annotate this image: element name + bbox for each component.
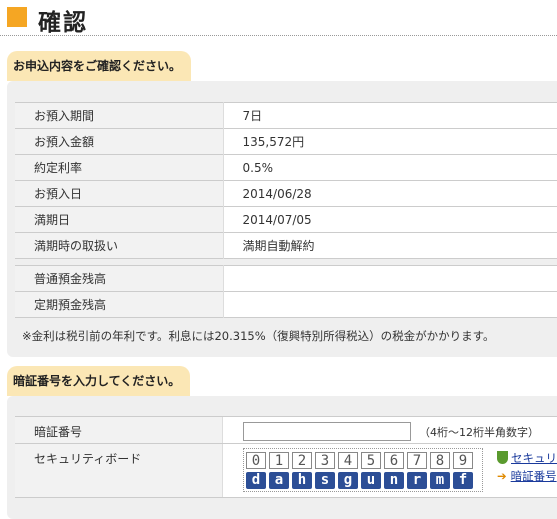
key-2[interactable]: 2 <box>292 452 312 469</box>
digit-key-row: 0 1 2 3 4 5 6 7 8 9 <box>246 452 482 469</box>
row-value: 2014/06/28 <box>242 186 312 201</box>
letter-key-row: d a h s g u n r m f <box>246 469 482 489</box>
row-label: 定期預金残高 <box>15 291 224 318</box>
row-label: お預入金額 <box>15 128 224 155</box>
pin-row: 暗証番号 （4桁〜12桁半角数字） <box>15 416 557 444</box>
interest-note: ※金利は税引前の年利です。利息には20.315%（復興特別所得税込）の税金がかか… <box>22 329 495 343</box>
key-letter[interactable]: r <box>407 472 427 489</box>
table-row: お預入金額 135,572円 <box>15 128 557 155</box>
row-value: 2014/07/05 <box>242 212 312 227</box>
key-letter[interactable]: g <box>338 472 358 489</box>
pin-hint: （4桁〜12桁半角数字） <box>419 426 539 439</box>
table-row: お預入期間 7日 <box>15 102 557 129</box>
pin-section-heading: 暗証番号を入力してください。 <box>7 366 191 396</box>
key-7[interactable]: 7 <box>407 452 427 469</box>
key-3[interactable]: 3 <box>315 452 335 469</box>
security-board-row: セキュリティボード 0 1 2 3 4 5 6 7 8 9 d a h s g … <box>15 444 557 498</box>
security-keyboard: 0 1 2 3 4 5 6 7 8 9 d a h s g u n r m f <box>243 448 483 492</box>
application-details-table: お預入期間 7日 お預入金額 135,572円 約定利率 0.5% お預入日 2… <box>15 102 557 259</box>
page-header: 確認 <box>0 0 557 36</box>
pin-info-link-text: 暗証番号 <box>510 469 557 483</box>
table-row: 満期日 2014/07/05 <box>15 206 557 233</box>
key-9[interactable]: 9 <box>453 452 473 469</box>
key-letter[interactable]: a <box>269 472 289 489</box>
key-letter[interactable]: n <box>384 472 404 489</box>
key-letter[interactable]: h <box>292 472 312 489</box>
key-letter[interactable]: f <box>453 472 473 489</box>
page-title: 確認 <box>38 10 88 36</box>
pin-input[interactable] <box>243 422 411 441</box>
key-letter[interactable]: m <box>430 472 450 489</box>
table-row: お預入日 2014/06/28 <box>15 180 557 207</box>
row-label: 普通預金残高 <box>15 265 224 292</box>
security-board-label: セキュリティボード <box>15 444 223 497</box>
row-label: お預入日 <box>15 180 224 207</box>
row-value: 0.5% <box>242 160 274 175</box>
security-link-text: セキュリティ <box>511 451 557 465</box>
table-row: 約定利率 0.5% <box>15 154 557 181</box>
row-label: 満期日 <box>15 206 224 233</box>
row-label: 約定利率 <box>15 154 224 181</box>
confirm-section-heading: お申込内容をご確認ください。 <box>7 51 192 81</box>
balance-table: 普通預金残高 定期預金残高 <box>15 265 557 318</box>
row-label: お預入期間 <box>15 102 224 129</box>
key-letter[interactable]: s <box>315 472 335 489</box>
shield-icon <box>497 451 508 464</box>
row-value: 135,572円 <box>242 135 305 149</box>
key-1[interactable]: 1 <box>269 452 289 469</box>
table-row: 満期時の取扱い 満期自動解約 <box>15 232 557 259</box>
key-letter[interactable]: d <box>246 472 266 489</box>
table-row: 普通預金残高 <box>15 265 557 292</box>
row-value <box>223 266 557 292</box>
key-0[interactable]: 0 <box>246 452 266 469</box>
arrow-right-icon: ➔ <box>497 469 507 483</box>
row-value: 満期自動解約 <box>242 239 315 253</box>
key-4[interactable]: 4 <box>338 452 358 469</box>
key-5[interactable]: 5 <box>361 452 381 469</box>
pin-label: 暗証番号 <box>15 417 223 443</box>
key-letter[interactable]: u <box>361 472 381 489</box>
key-6[interactable]: 6 <box>384 452 404 469</box>
row-value: 7日 <box>242 109 263 123</box>
security-link[interactable]: セキュリティ <box>497 450 557 466</box>
table-row: 定期預金残高 <box>15 291 557 318</box>
pin-info-link[interactable]: ➔ 暗証番号 <box>497 468 557 484</box>
row-label: 満期時の取扱い <box>15 232 224 259</box>
row-value <box>223 292 557 318</box>
title-marker-icon <box>7 7 27 27</box>
key-8[interactable]: 8 <box>430 452 450 469</box>
